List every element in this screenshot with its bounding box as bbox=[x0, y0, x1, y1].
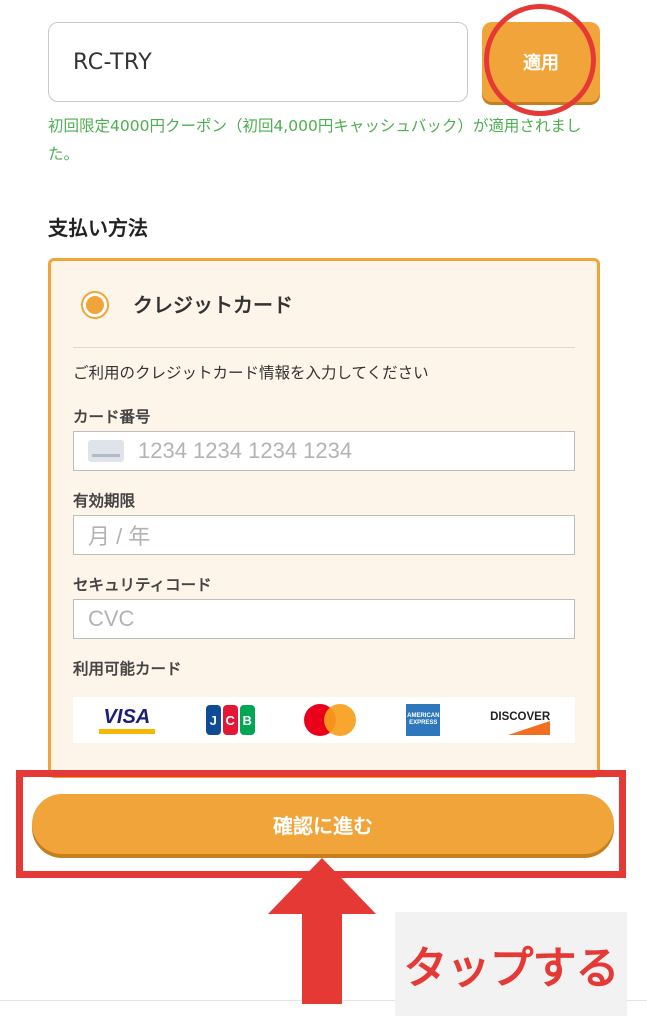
jcb-logo-b: B bbox=[239, 705, 255, 735]
credit-card-radio[interactable] bbox=[81, 291, 109, 319]
mastercard-orange-circle bbox=[324, 704, 357, 736]
accepted-cards-label: 利用可能カード bbox=[73, 660, 182, 678]
expiry-input[interactable]: 月 / 年 bbox=[73, 515, 575, 555]
cvc-label: セキュリティコード bbox=[73, 576, 212, 594]
payment-method-label[interactable]: クレジットカード bbox=[133, 289, 293, 318]
coupon-input-value: RC-TRY bbox=[73, 49, 153, 75]
coupon-input[interactable]: RC-TRY bbox=[48, 22, 468, 102]
jcb-logo-j: J bbox=[205, 705, 221, 735]
apply-button[interactable]: 適用 bbox=[482, 22, 600, 102]
visa-logo-text: VISA bbox=[103, 705, 151, 728]
jcb-logo-c: C bbox=[222, 705, 238, 735]
mastercard-logo bbox=[304, 704, 357, 736]
arrow-up-icon bbox=[268, 858, 376, 1004]
card-info-instruction: ご利用のクレジットカード情報を入力してください bbox=[73, 364, 429, 382]
cvc-input[interactable]: CVC bbox=[73, 599, 575, 639]
visa-logo-bar bbox=[98, 728, 155, 734]
jcb-logo: J C B bbox=[205, 705, 255, 735]
coupon-success-message: 初回限定4000円クーポン（初回4,000円キャッシュバック）が適用されました。 bbox=[48, 117, 582, 163]
credit-card-icon bbox=[88, 440, 124, 462]
payment-section-title: 支払い方法 bbox=[48, 216, 148, 240]
tap-annotation: タップする bbox=[395, 912, 627, 1016]
visa-logo: VISA bbox=[98, 705, 156, 735]
amex-logo-text: AMERICAN EXPRESS bbox=[407, 713, 440, 726]
confirm-button[interactable]: 確認に進む bbox=[32, 794, 614, 854]
card-number-placeholder: 1234 1234 1234 1234 bbox=[138, 438, 353, 463]
payment-method-panel: クレジットカード ご利用のクレジットカード情報を入力してください カード番号 1… bbox=[48, 258, 600, 778]
amex-logo: AMERICAN EXPRESS bbox=[406, 704, 441, 736]
confirm-button-label: 確認に進む bbox=[273, 813, 373, 838]
divider bbox=[73, 347, 575, 348]
tap-annotation-text: タップする bbox=[403, 943, 620, 994]
radio-selected-dot bbox=[86, 296, 104, 314]
discover-logo-accent bbox=[508, 721, 551, 735]
card-number-input[interactable]: 1234 1234 1234 1234 bbox=[73, 431, 575, 471]
discover-logo: DISCOVER bbox=[490, 705, 551, 735]
apply-button-label: 適用 bbox=[523, 53, 559, 74]
card-number-label: カード番号 bbox=[73, 408, 151, 426]
expiry-placeholder: 月 / 年 bbox=[88, 524, 151, 549]
card-brand-logos: VISA J C B AMERICAN EXPRESS DISCOVER bbox=[73, 697, 575, 743]
cvc-placeholder: CVC bbox=[88, 606, 135, 631]
expiry-label: 有効期限 bbox=[73, 492, 136, 510]
